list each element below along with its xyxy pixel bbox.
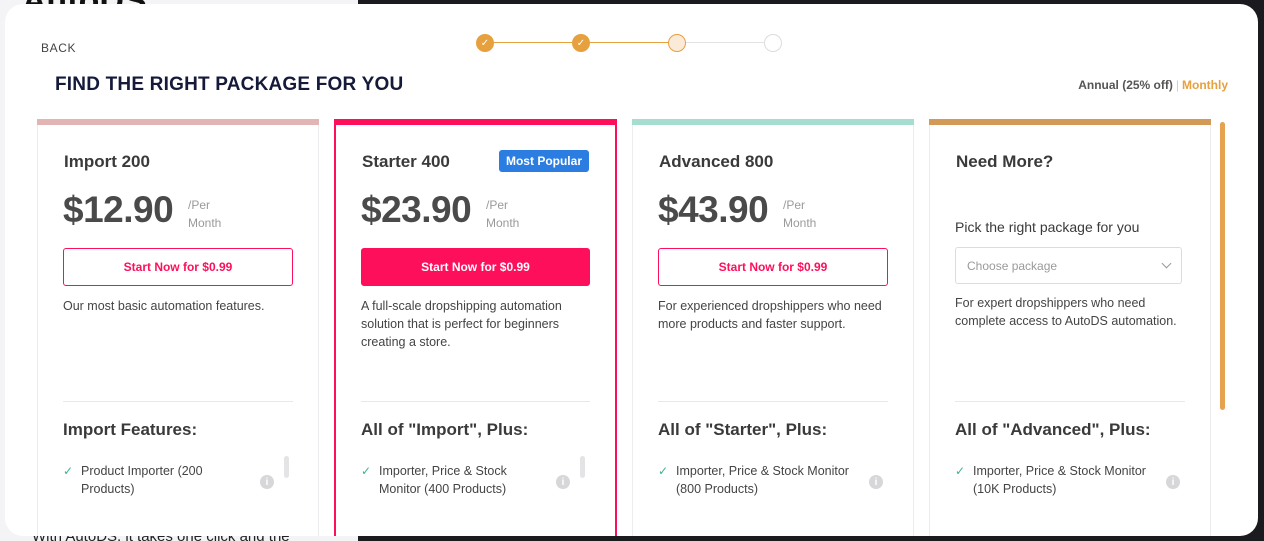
info-icon[interactable]: i	[1166, 475, 1180, 489]
price-period-line: /Per	[188, 198, 211, 212]
plan-card-starter-400: Starter 400 Most Popular $23.90 /Per Mon…	[334, 119, 617, 536]
check-icon: ✓	[63, 464, 74, 478]
billing-toggle: Annual (25% off) | Monthly	[1078, 78, 1228, 92]
package-select[interactable]: Choose package	[955, 247, 1182, 284]
plan-price: $23.90	[361, 189, 472, 230]
features-heading: All of "Starter", Plus:	[658, 420, 828, 439]
info-icon[interactable]: i	[869, 475, 883, 489]
plan-card-advanced-800: Advanced 800 $43.90 /Per Month Start Now…	[632, 119, 914, 536]
stepper-line	[686, 42, 764, 43]
check-icon: ✓	[658, 464, 669, 478]
step-1-complete: ✓	[476, 34, 494, 52]
features-heading: Import Features:	[63, 420, 198, 439]
cards-scrollbar[interactable]	[1220, 122, 1225, 410]
plan-name: Starter 400	[362, 152, 450, 171]
plan-price: $43.90	[658, 189, 769, 230]
stepper-line	[494, 42, 572, 43]
divider	[63, 401, 293, 402]
feature-list-scrollbar[interactable]	[284, 456, 289, 478]
feature-text: Importer, Price & Stock Monitor (10K Pro…	[973, 464, 1146, 496]
price-period-line: Month	[783, 216, 817, 230]
step-3-current	[668, 34, 686, 52]
select-placeholder: Choose package	[967, 258, 1058, 273]
price-period: /Per Month	[486, 196, 519, 232]
feature-item: ✓ Importer, Price & Stock Monitor (400 P…	[361, 462, 536, 498]
card-accent-bar	[632, 119, 914, 125]
start-now-button[interactable]: Start Now for $0.99	[361, 248, 590, 286]
feature-item: ✓ Importer, Price & Stock Monitor (10K P…	[955, 462, 1165, 498]
feature-text: Importer, Price & Stock Monitor (800 Pro…	[676, 464, 849, 496]
features-heading: All of "Import", Plus:	[361, 420, 529, 439]
features-heading: All of "Advanced", Plus:	[955, 420, 1151, 439]
start-now-button[interactable]: Start Now for $0.99	[63, 248, 293, 286]
divider	[955, 401, 1185, 402]
plan-price: $12.90	[63, 189, 174, 230]
pricing-modal: BACK ✓ ✓ FIND THE RIGHT PACKAGE FOR YOU …	[5, 4, 1258, 536]
start-now-button[interactable]: Start Now for $0.99	[658, 248, 888, 286]
feature-list-scrollbar[interactable]	[580, 456, 585, 478]
check-icon: ✓	[955, 464, 966, 478]
page-title: FIND THE RIGHT PACKAGE FOR YOU	[55, 74, 404, 95]
billing-separator: |	[1175, 78, 1179, 92]
plan-name: Need More?	[956, 152, 1054, 171]
price-period-line: /Per	[783, 198, 806, 212]
chevron-down-icon	[1161, 258, 1172, 269]
check-icon: ✓	[480, 37, 490, 49]
stepper-line	[590, 42, 668, 43]
plan-description: For experienced dropshippers who need mo…	[658, 299, 882, 331]
step-2-complete: ✓	[572, 34, 590, 52]
feature-text: Importer, Price & Stock Monitor (400 Pro…	[379, 464, 507, 496]
divider	[658, 401, 888, 402]
progress-stepper: ✓ ✓	[476, 33, 786, 53]
divider	[361, 401, 590, 402]
info-glyph: i	[1171, 476, 1175, 488]
plan-name: Advanced 800	[659, 152, 774, 171]
feature-item: ✓ Importer, Price & Stock Monitor (800 P…	[658, 462, 868, 498]
most-popular-badge: Most Popular	[498, 150, 589, 172]
info-glyph: i	[561, 476, 565, 488]
check-icon: ✓	[576, 37, 586, 49]
price-period: /Per Month	[783, 196, 816, 232]
back-button[interactable]: BACK	[41, 41, 76, 55]
plan-description: Our most basic automation features.	[63, 299, 265, 313]
step-4-pending	[764, 34, 782, 52]
check-icon: ✓	[361, 464, 372, 478]
billing-annual-option[interactable]: Annual (25% off)	[1078, 78, 1173, 92]
feature-item: ✓ Product Importer (200 Products)	[63, 462, 213, 498]
price-period: /Per Month	[188, 196, 221, 232]
price-period-line: /Per	[486, 198, 509, 212]
price-period-line: Month	[188, 216, 222, 230]
plan-description: A full-scale dropshipping automation sol…	[361, 299, 562, 349]
price-period-line: Month	[486, 216, 520, 230]
plan-name: Import 200	[64, 152, 150, 171]
billing-monthly-option[interactable]: Monthly	[1182, 78, 1228, 92]
info-glyph: i	[874, 476, 878, 488]
card-accent-bar	[37, 119, 319, 125]
info-glyph: i	[265, 476, 269, 488]
plan-card-need-more: Need More? Pick the right package for yo…	[929, 119, 1211, 536]
card-accent-bar	[929, 119, 1211, 125]
plan-description: For expert dropshippers who need complet…	[955, 296, 1177, 328]
card-accent-bar	[334, 119, 617, 125]
info-icon[interactable]: i	[260, 475, 274, 489]
info-icon[interactable]: i	[556, 475, 570, 489]
pick-package-label: Pick the right package for you	[955, 219, 1140, 235]
plan-card-import-200: Import 200 $12.90 /Per Month Start Now f…	[37, 119, 319, 536]
feature-text: Product Importer (200 Products)	[81, 464, 203, 496]
